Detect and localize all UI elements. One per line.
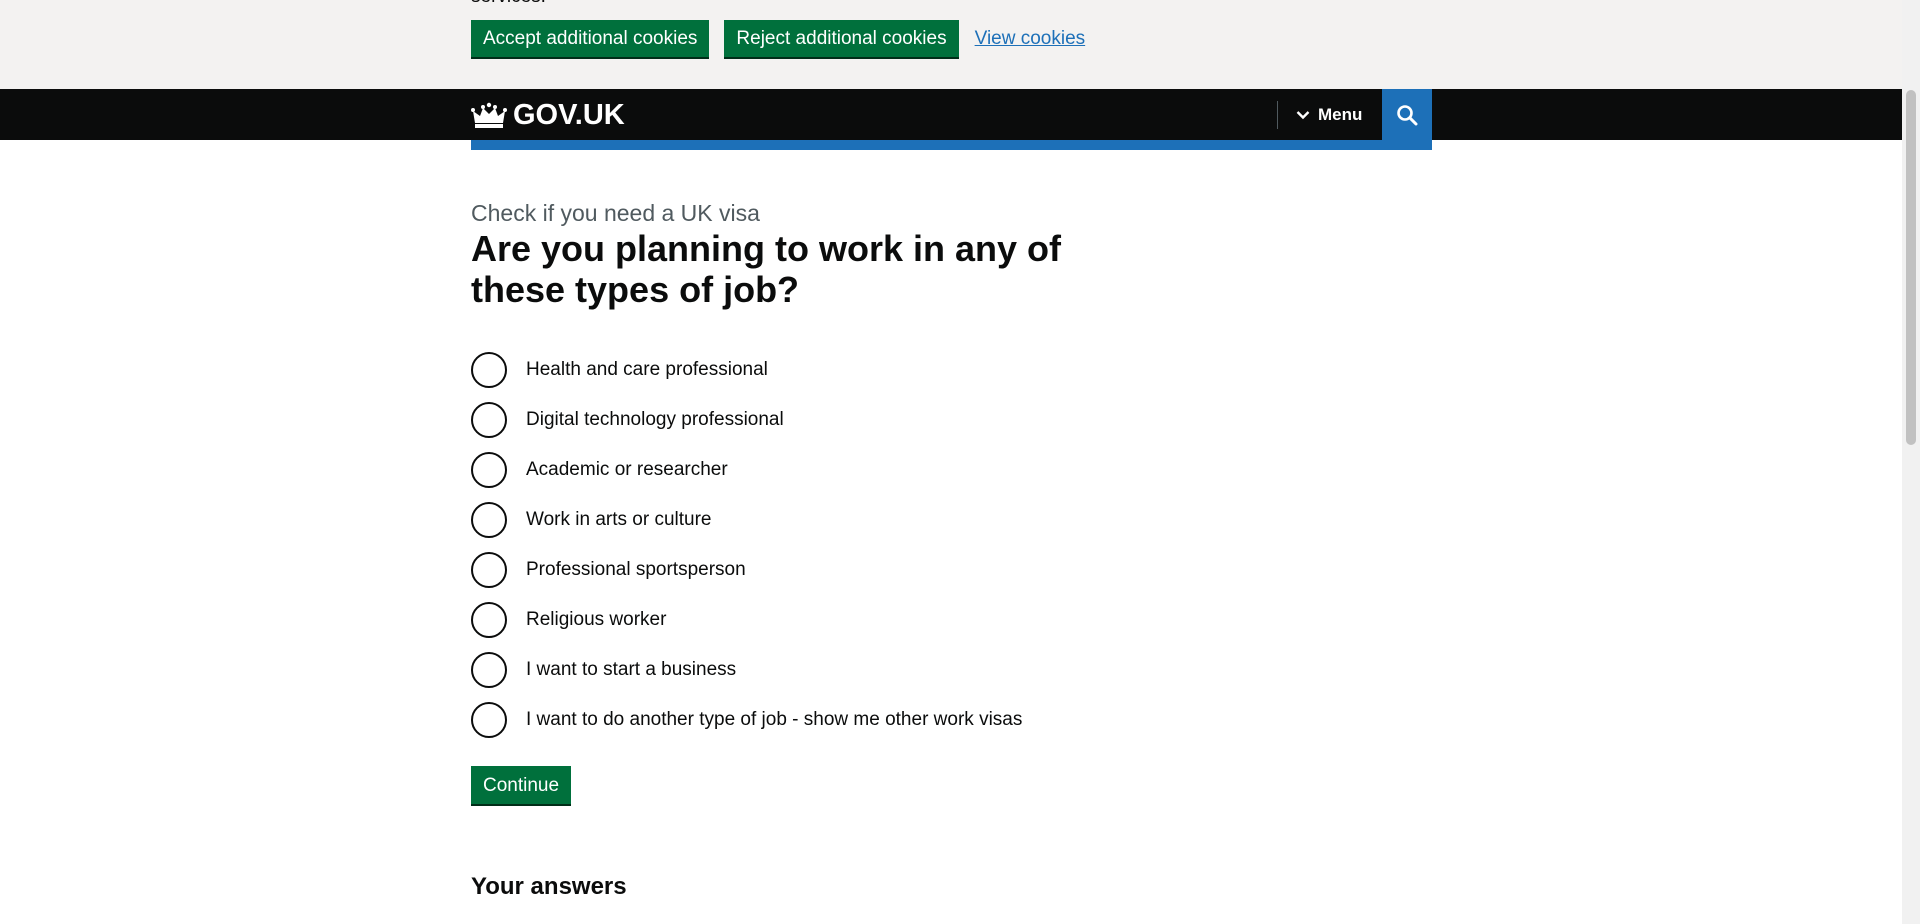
search-button[interactable] — [1382, 89, 1432, 140]
radio-label: I want to start a business — [526, 659, 737, 680]
continue-button[interactable]: Continue — [471, 766, 572, 804]
radio-button[interactable] — [471, 402, 507, 438]
radio-label: Academic or researcher — [526, 459, 728, 480]
view-cookies-link[interactable]: View cookies — [975, 28, 1086, 50]
job-type-radios: Health and care professional Digital tec… — [471, 345, 1022, 745]
radio-label: Digital technology professional — [526, 409, 784, 430]
radio-button[interactable] — [471, 702, 507, 738]
radio-button[interactable] — [471, 352, 507, 388]
page-title: Are you planning to work in any of these… — [471, 228, 1062, 310]
vertical-scrollbar[interactable] — [1902, 0, 1920, 924]
radio-option[interactable]: Work in arts or culture — [471, 495, 1022, 545]
radio-label: Professional sportsperson — [526, 559, 746, 580]
radio-label: Health and care professional — [526, 359, 768, 380]
page: services. Accept additional cookies Reje… — [0, 0, 1902, 924]
cookie-banner: services. Accept additional cookies Reje… — [0, 0, 1902, 89]
radio-button[interactable] — [471, 502, 507, 538]
nav-divider — [1277, 101, 1278, 129]
govuk-logo-link[interactable]: GOV.UK — [471, 99, 625, 132]
cookie-banner-text: services. — [471, 0, 546, 8]
accept-cookies-button[interactable]: Accept additional cookies — [471, 20, 710, 57]
radio-option[interactable]: I want to do another type of job - show … — [471, 695, 1022, 745]
radio-button[interactable] — [471, 602, 507, 638]
crown-icon — [471, 102, 507, 128]
radio-label: Work in arts or culture — [526, 509, 712, 530]
radio-button[interactable] — [471, 452, 507, 488]
radio-option[interactable]: Digital technology professional — [471, 395, 1022, 445]
logo-text: GOV.UK — [513, 99, 625, 131]
radio-label: Religious worker — [526, 609, 667, 630]
header-blue-bar — [471, 140, 1432, 150]
scrollbar-thumb[interactable] — [1906, 90, 1916, 445]
cookie-actions: Accept additional cookies Reject additio… — [471, 20, 1085, 57]
search-icon — [1397, 104, 1418, 125]
reject-cookies-button[interactable]: Reject additional cookies — [724, 20, 959, 57]
radio-option[interactable]: Religious worker — [471, 595, 1022, 645]
radio-option[interactable]: I want to start a business — [471, 645, 1022, 695]
radio-label: I want to do another type of job - show … — [526, 709, 1023, 730]
menu-label: Menu — [1318, 104, 1363, 124]
your-answers-heading: Your answers — [471, 873, 627, 900]
radio-option[interactable]: Health and care professional — [471, 345, 1022, 395]
radio-option[interactable]: Academic or researcher — [471, 445, 1022, 495]
radio-option[interactable]: Professional sportsperson — [471, 545, 1022, 595]
radio-button[interactable] — [471, 652, 507, 688]
page-caption: Check if you need a UK visa — [471, 200, 760, 226]
menu-button[interactable]: Menu — [1296, 89, 1362, 140]
chevron-down-icon — [1296, 110, 1310, 119]
radio-button[interactable] — [471, 552, 507, 588]
site-header: GOV.UK Menu — [0, 89, 1902, 140]
